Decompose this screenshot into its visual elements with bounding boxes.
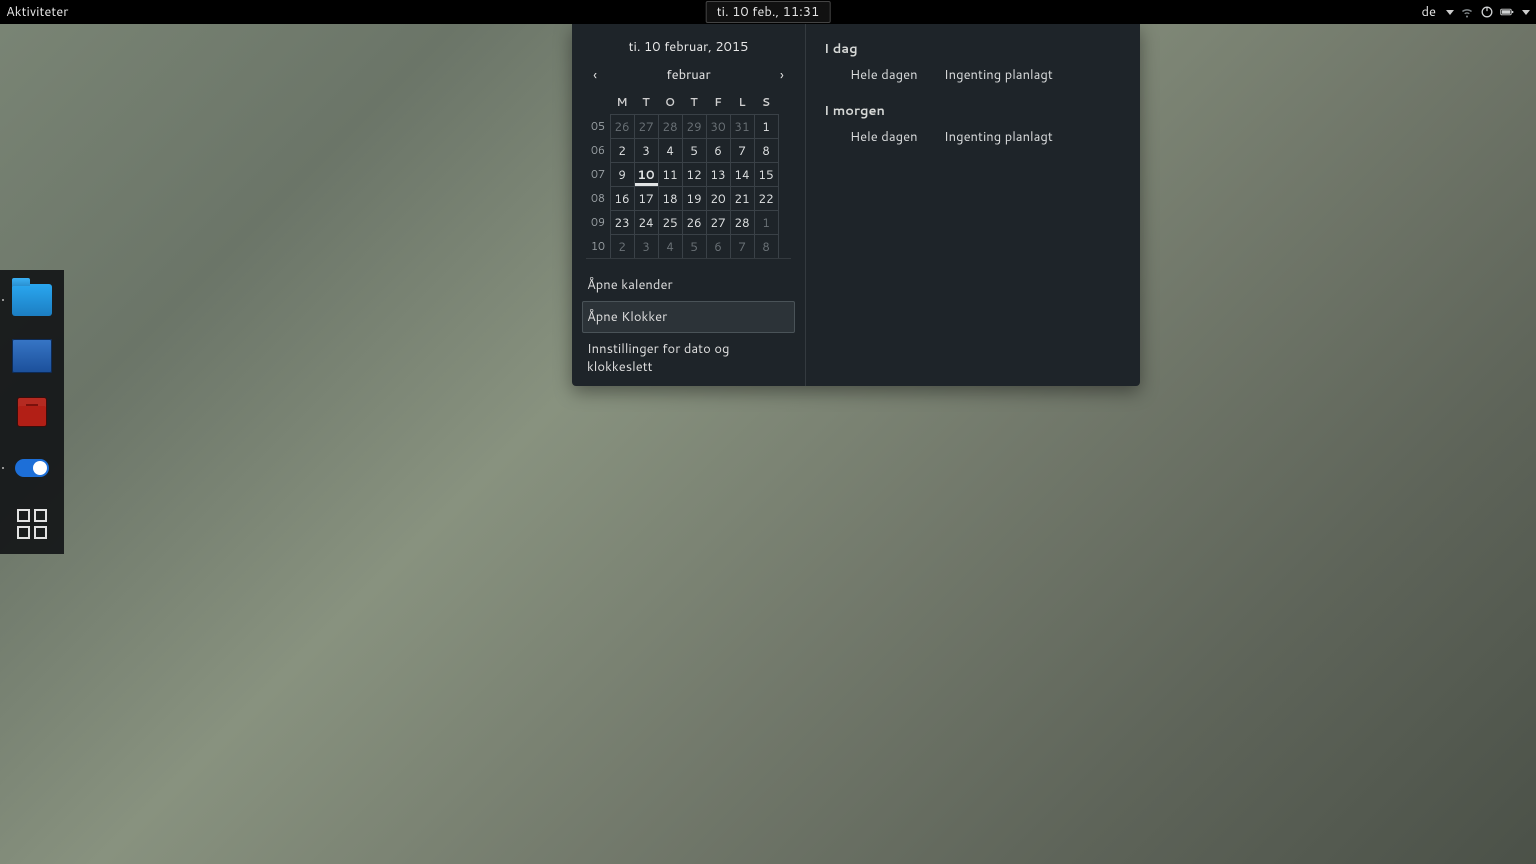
app-grid-icon (17, 509, 47, 539)
calendar-day[interactable]: 27 (706, 210, 731, 235)
weekday-header: M (610, 90, 634, 114)
weekday-header: T (634, 90, 658, 114)
agenda-tomorrow-title: I morgen (824, 102, 1122, 120)
weekday-header: S (754, 90, 778, 114)
wifi-icon (1460, 5, 1474, 19)
dock-app-settings[interactable] (8, 444, 56, 492)
chevron-down-icon (1446, 10, 1454, 15)
calendar-grid: MTOTFLS052627282930311062345678079101112… (586, 90, 791, 258)
calendar-day[interactable]: 20 (706, 186, 731, 211)
calendar-day[interactable]: 6 (706, 234, 731, 259)
week-number: 09 (586, 210, 610, 234)
calendar-day[interactable]: 28 (730, 210, 755, 235)
weekday-header: F (706, 90, 730, 114)
calendar-day[interactable]: 8 (754, 234, 779, 259)
calendar-links: Åpne kalender Åpne Klokker Innstillinger… (586, 258, 791, 383)
week-number: 06 (586, 138, 610, 162)
week-number: 10 (586, 234, 610, 258)
calendar-day[interactable]: 16 (610, 186, 635, 211)
calendar-day[interactable]: 2 (610, 234, 635, 259)
calendar-day[interactable]: 12 (682, 162, 707, 187)
agenda-today-title: I dag (824, 40, 1122, 58)
week-number: 05 (586, 114, 610, 138)
calendar-popover: ti. 10 februar, 2015 ‹ februar › MTOTFLS… (572, 24, 1140, 386)
weekday-header: L (730, 90, 754, 114)
calendar-day[interactable]: 30 (706, 114, 731, 139)
calendar-day[interactable]: 17 (634, 186, 659, 211)
calendar-day[interactable]: 25 (658, 210, 683, 235)
calendar-day[interactable]: 7 (730, 138, 755, 163)
calendar-day[interactable]: 13 (706, 162, 731, 187)
power-icon (1480, 5, 1494, 19)
prev-month-button[interactable]: ‹ (588, 68, 602, 82)
calendar-day[interactable]: 28 (658, 114, 683, 139)
agenda-tomorrow-row: Hele dagen Ingenting planlagt (824, 126, 1122, 160)
activities-button[interactable]: Aktiviteter (6, 3, 68, 21)
week-number: 08 (586, 186, 610, 210)
next-month-button[interactable]: › (775, 68, 789, 82)
weekday-header: O (658, 90, 682, 114)
system-status-area[interactable]: de (1421, 3, 1530, 21)
dash-dock (0, 270, 64, 554)
calendar-day[interactable]: 2 (610, 138, 635, 163)
calendar-day[interactable]: 26 (610, 114, 635, 139)
calendar-day[interactable]: 5 (682, 234, 707, 259)
calendar-day[interactable]: 8 (754, 138, 779, 163)
calendar-day[interactable]: 14 (730, 162, 755, 187)
agenda-today-row: Hele dagen Ingenting planlagt (824, 64, 1122, 98)
calendar-day[interactable]: 15 (754, 162, 779, 187)
calendar-day[interactable]: 5 (682, 138, 707, 163)
month-navigator: ‹ februar › (586, 66, 791, 90)
toggle-icon (15, 459, 49, 477)
calendar-day[interactable]: 18 (658, 186, 683, 211)
chevron-down-icon (1522, 10, 1530, 15)
current-date-header: ti. 10 februar, 2015 (586, 38, 791, 56)
calendar-column: ti. 10 februar, 2015 ‹ februar › MTOTFLS… (572, 24, 806, 386)
calendar-day[interactable]: 3 (634, 138, 659, 163)
calendar-day[interactable]: 22 (754, 186, 779, 211)
agenda-column: I dag Hele dagen Ingenting planlagt I mo… (806, 24, 1140, 386)
calendar-day[interactable]: 29 (682, 114, 707, 139)
keyboard-layout-indicator[interactable]: de (1421, 3, 1436, 21)
weekday-header: T (682, 90, 706, 114)
top-bar: Aktiviteter ti. 10 feb., 11:31 de (0, 0, 1536, 24)
dock-app-browser[interactable] (8, 332, 56, 380)
date-time-settings-link[interactable]: Innstillinger for dato og klokkeslett (582, 333, 795, 383)
calendar-day[interactable]: 21 (730, 186, 755, 211)
calendar-day[interactable]: 26 (682, 210, 707, 235)
week-number-header (586, 90, 610, 114)
open-calendar-link[interactable]: Åpne kalender (582, 269, 795, 301)
calendar-day[interactable]: 3 (634, 234, 659, 259)
calendar-day[interactable]: 31 (730, 114, 755, 139)
battery-icon (1500, 5, 1514, 19)
calendar-day[interactable]: 23 (610, 210, 635, 235)
calendar-day[interactable]: 1 (754, 210, 779, 235)
dock-app-files[interactable] (8, 276, 56, 324)
calendar-day[interactable]: 27 (634, 114, 659, 139)
agenda-empty-label: Ingenting planlagt (944, 66, 1053, 84)
calendar-day[interactable]: 10 (634, 162, 659, 187)
clock-button[interactable]: ti. 10 feb., 11:31 (706, 1, 831, 23)
calendar-day[interactable]: 4 (658, 234, 683, 259)
week-number: 07 (586, 162, 610, 186)
calendar-day[interactable]: 7 (730, 234, 755, 259)
calendar-day[interactable]: 24 (634, 210, 659, 235)
book-icon (18, 398, 46, 426)
open-clocks-link[interactable]: Åpne Klokker (582, 301, 795, 333)
dock-app-dictionary[interactable] (8, 388, 56, 436)
calendar-day[interactable]: 1 (754, 114, 779, 139)
show-applications-button[interactable] (8, 500, 56, 548)
agenda-empty-label: Ingenting planlagt (944, 128, 1053, 146)
folder-icon (12, 284, 52, 316)
agenda-allday-label: Hele dagen (850, 66, 920, 84)
calendar-day[interactable]: 4 (658, 138, 683, 163)
calendar-day[interactable]: 6 (706, 138, 731, 163)
agenda-allday-label: Hele dagen (850, 128, 920, 146)
globe-map-icon (12, 339, 52, 373)
calendar-day[interactable]: 19 (682, 186, 707, 211)
calendar-day[interactable]: 9 (610, 162, 635, 187)
calendar-day[interactable]: 11 (658, 162, 683, 187)
month-label: februar (666, 66, 710, 84)
